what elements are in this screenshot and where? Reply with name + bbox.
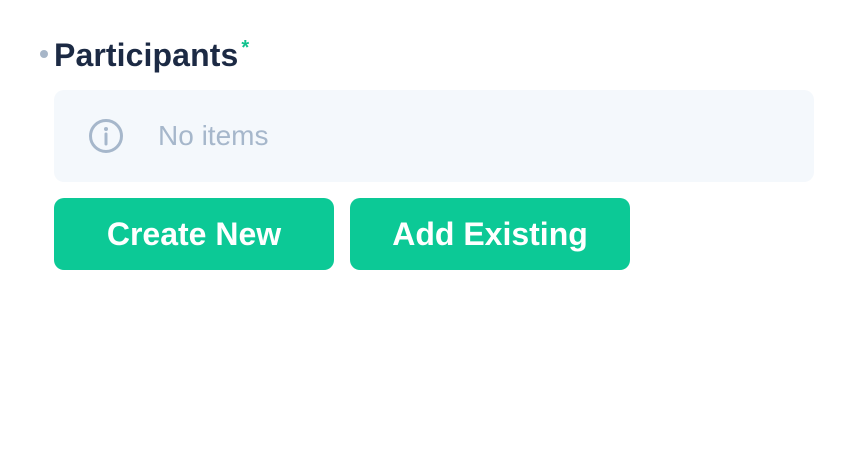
participants-field: Participants * No items Create New Add E…: [40, 36, 814, 270]
field-label: Participants: [54, 37, 239, 73]
bullet-dot-icon: [40, 50, 48, 58]
add-existing-button[interactable]: Add Existing: [350, 198, 630, 270]
create-new-button[interactable]: Create New: [54, 198, 334, 270]
empty-state: No items: [54, 90, 814, 182]
required-marker: *: [241, 37, 250, 59]
empty-message: No items: [158, 120, 269, 151]
field-label-row: Participants *: [40, 36, 814, 74]
info-circle-icon: [89, 119, 123, 153]
actions-row: Create New Add Existing: [54, 198, 814, 270]
